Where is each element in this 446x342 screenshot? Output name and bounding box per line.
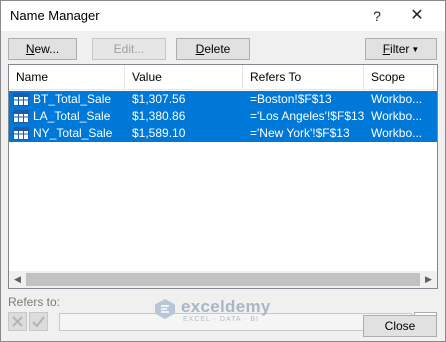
delete-button-accel: D xyxy=(195,42,205,56)
dialog-title: Name Manager xyxy=(10,8,100,23)
watermark-name: exceldemy xyxy=(181,297,271,316)
watermark-logo: exceldemy EXCEL · DATA · BI xyxy=(153,297,303,325)
edit-button[interactable]: Edit... xyxy=(92,38,166,60)
refers-to-label: Refers to: xyxy=(8,295,61,309)
column-header-value[interactable]: Value xyxy=(125,65,243,89)
table-row[interactable]: NY_Total_Sale $1,589.10 ='New York'!$F$1… xyxy=(9,125,437,142)
filter-button-label: ilter xyxy=(390,42,410,56)
range-name-grid-icon xyxy=(13,93,29,106)
filter-button-accel: F xyxy=(382,42,391,56)
close-window-button[interactable]: ✕ xyxy=(403,4,431,28)
row-scope: Workbo... xyxy=(371,126,423,140)
chevron-down-icon: ▼ xyxy=(411,45,420,54)
delete-button-label: elete xyxy=(204,42,231,56)
horizontal-scrollbar[interactable]: ◀ ▶ xyxy=(9,271,437,288)
range-name-grid-icon xyxy=(13,127,29,140)
row-scope: Workbo... xyxy=(371,92,423,106)
name-manager-dialog: Name Manager ? ✕ New... Edit... Delete F… xyxy=(0,0,446,342)
row-scope: Workbo... xyxy=(371,109,423,123)
row-name: NY_Total_Sale xyxy=(33,126,113,140)
names-list[interactable]: Name Value Refers To Scope BT_Total_Sale… xyxy=(8,64,438,289)
column-header-refers-to[interactable]: Refers To xyxy=(243,65,364,89)
new-button-label: ew... xyxy=(34,42,60,56)
table-row[interactable]: BT_Total_Sale $1,307.56 =Boston!$F$13 Wo… xyxy=(9,91,437,108)
help-button[interactable]: ? xyxy=(363,4,391,28)
column-header-scope[interactable]: Scope xyxy=(364,65,434,89)
list-header: Name Value Refers To Scope xyxy=(9,65,437,90)
new-button[interactable]: New... xyxy=(8,38,77,60)
delete-button[interactable]: Delete xyxy=(176,38,250,60)
table-row[interactable]: LA_Total_Sale $1,380.86 ='Los Angeles'!$… xyxy=(9,108,437,125)
row-refers-to: ='New York'!$F$13 xyxy=(250,126,350,140)
column-header-name[interactable]: Name xyxy=(9,65,125,89)
watermark-logo-icon xyxy=(155,299,175,319)
watermark-tagline: EXCEL · DATA · BI xyxy=(183,316,259,323)
scroll-left-arrow-icon[interactable]: ◀ xyxy=(9,271,26,288)
close-button[interactable]: Close xyxy=(363,315,437,337)
title-bar: Name Manager ? ✕ xyxy=(1,1,445,31)
range-name-grid-icon xyxy=(13,110,29,123)
row-name: BT_Total_Sale xyxy=(33,92,112,106)
row-value: $1,380.86 xyxy=(132,109,186,123)
scroll-right-arrow-icon[interactable]: ▶ xyxy=(420,271,437,288)
row-name: LA_Total_Sale xyxy=(33,109,111,123)
scrollbar-thumb[interactable] xyxy=(26,273,420,286)
row-refers-to: =Boston!$F$13 xyxy=(250,92,332,106)
row-value: $1,307.56 xyxy=(132,92,186,106)
enter-check-icon[interactable] xyxy=(29,312,48,331)
cancel-x-icon[interactable] xyxy=(8,312,27,331)
row-refers-to: ='Los Angeles'!$F$13 xyxy=(250,109,364,123)
row-value: $1,589.10 xyxy=(132,126,186,140)
filter-button[interactable]: Filter ▼ xyxy=(365,38,437,60)
